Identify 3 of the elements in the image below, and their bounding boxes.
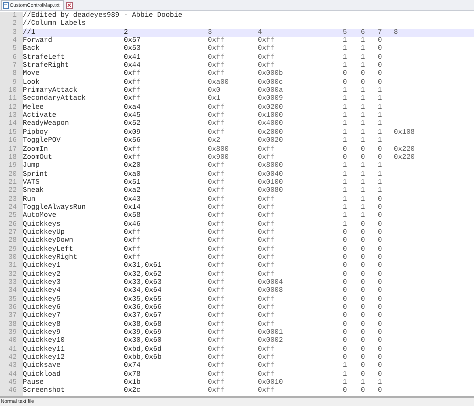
close-icon[interactable] bbox=[66, 2, 73, 9]
text-editor[interactable] bbox=[0, 11, 474, 396]
file-icon bbox=[3, 2, 9, 9]
